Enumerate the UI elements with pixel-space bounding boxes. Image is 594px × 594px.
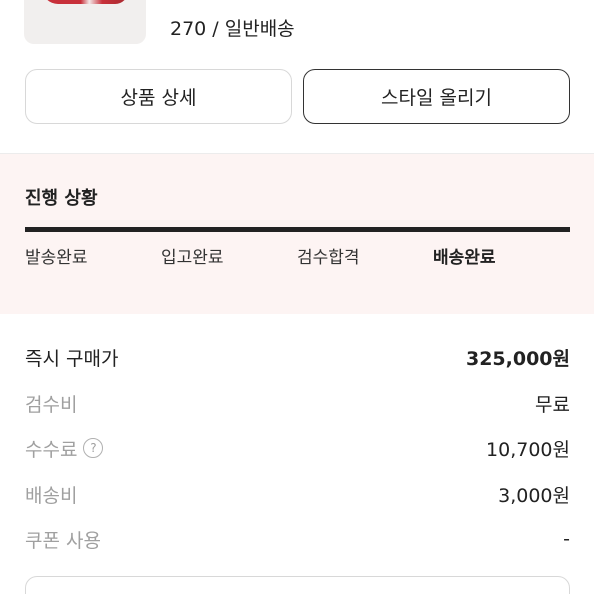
inspection-fee-label: 검수비: [25, 393, 78, 416]
instant-buy-row: 즉시 구매가 325,000원: [25, 342, 570, 372]
coupon-label: 쿠폰 사용: [25, 529, 101, 552]
product-detail-button[interactable]: 상품 상세: [25, 69, 292, 124]
product-thumbnail[interactable]: [24, 0, 146, 44]
step-shipped: 발송완료: [25, 248, 88, 268]
coupon-row: 쿠폰 사용 -: [25, 524, 570, 554]
step-inspection-passed: 검수합격: [297, 248, 360, 268]
progress-title: 진행 상황: [25, 188, 98, 209]
inspection-fee-value: 무료: [535, 393, 570, 416]
commission-value: 10,700원: [486, 438, 570, 461]
shipping-fee-row: 배송비 3,000원: [25, 479, 570, 509]
progress-section: 진행 상황 발송완료 입고완료 검수합격 배송완료: [0, 154, 594, 314]
coupon-value: -: [563, 528, 570, 550]
shipping-fee-label: 배송비: [25, 484, 78, 507]
step-received: 입고완료: [161, 248, 224, 268]
bottom-card[interactable]: [25, 576, 570, 594]
size-shipping-info: 270 / 일반배송: [170, 18, 295, 40]
commission-label: 수수료: [25, 438, 78, 461]
commission-label-wrap: 수수료 ?: [25, 435, 104, 462]
inspection-fee-row: 검수비 무료: [25, 388, 570, 418]
step-delivered: 배송완료: [433, 248, 496, 268]
progress-bar: [25, 227, 570, 232]
sneaker-image: [42, 0, 128, 4]
shipping-fee-value: 3,000원: [498, 484, 570, 507]
commission-row: 수수료 ? 10,700원: [25, 433, 570, 463]
instant-buy-value: 325,000원: [465, 347, 570, 370]
help-icon[interactable]: ?: [83, 438, 104, 458]
post-style-button[interactable]: 스타일 올리기: [303, 69, 570, 124]
action-buttons: 상품 상세 스타일 올리기: [25, 69, 570, 124]
instant-buy-label: 즉시 구매가: [25, 347, 119, 370]
